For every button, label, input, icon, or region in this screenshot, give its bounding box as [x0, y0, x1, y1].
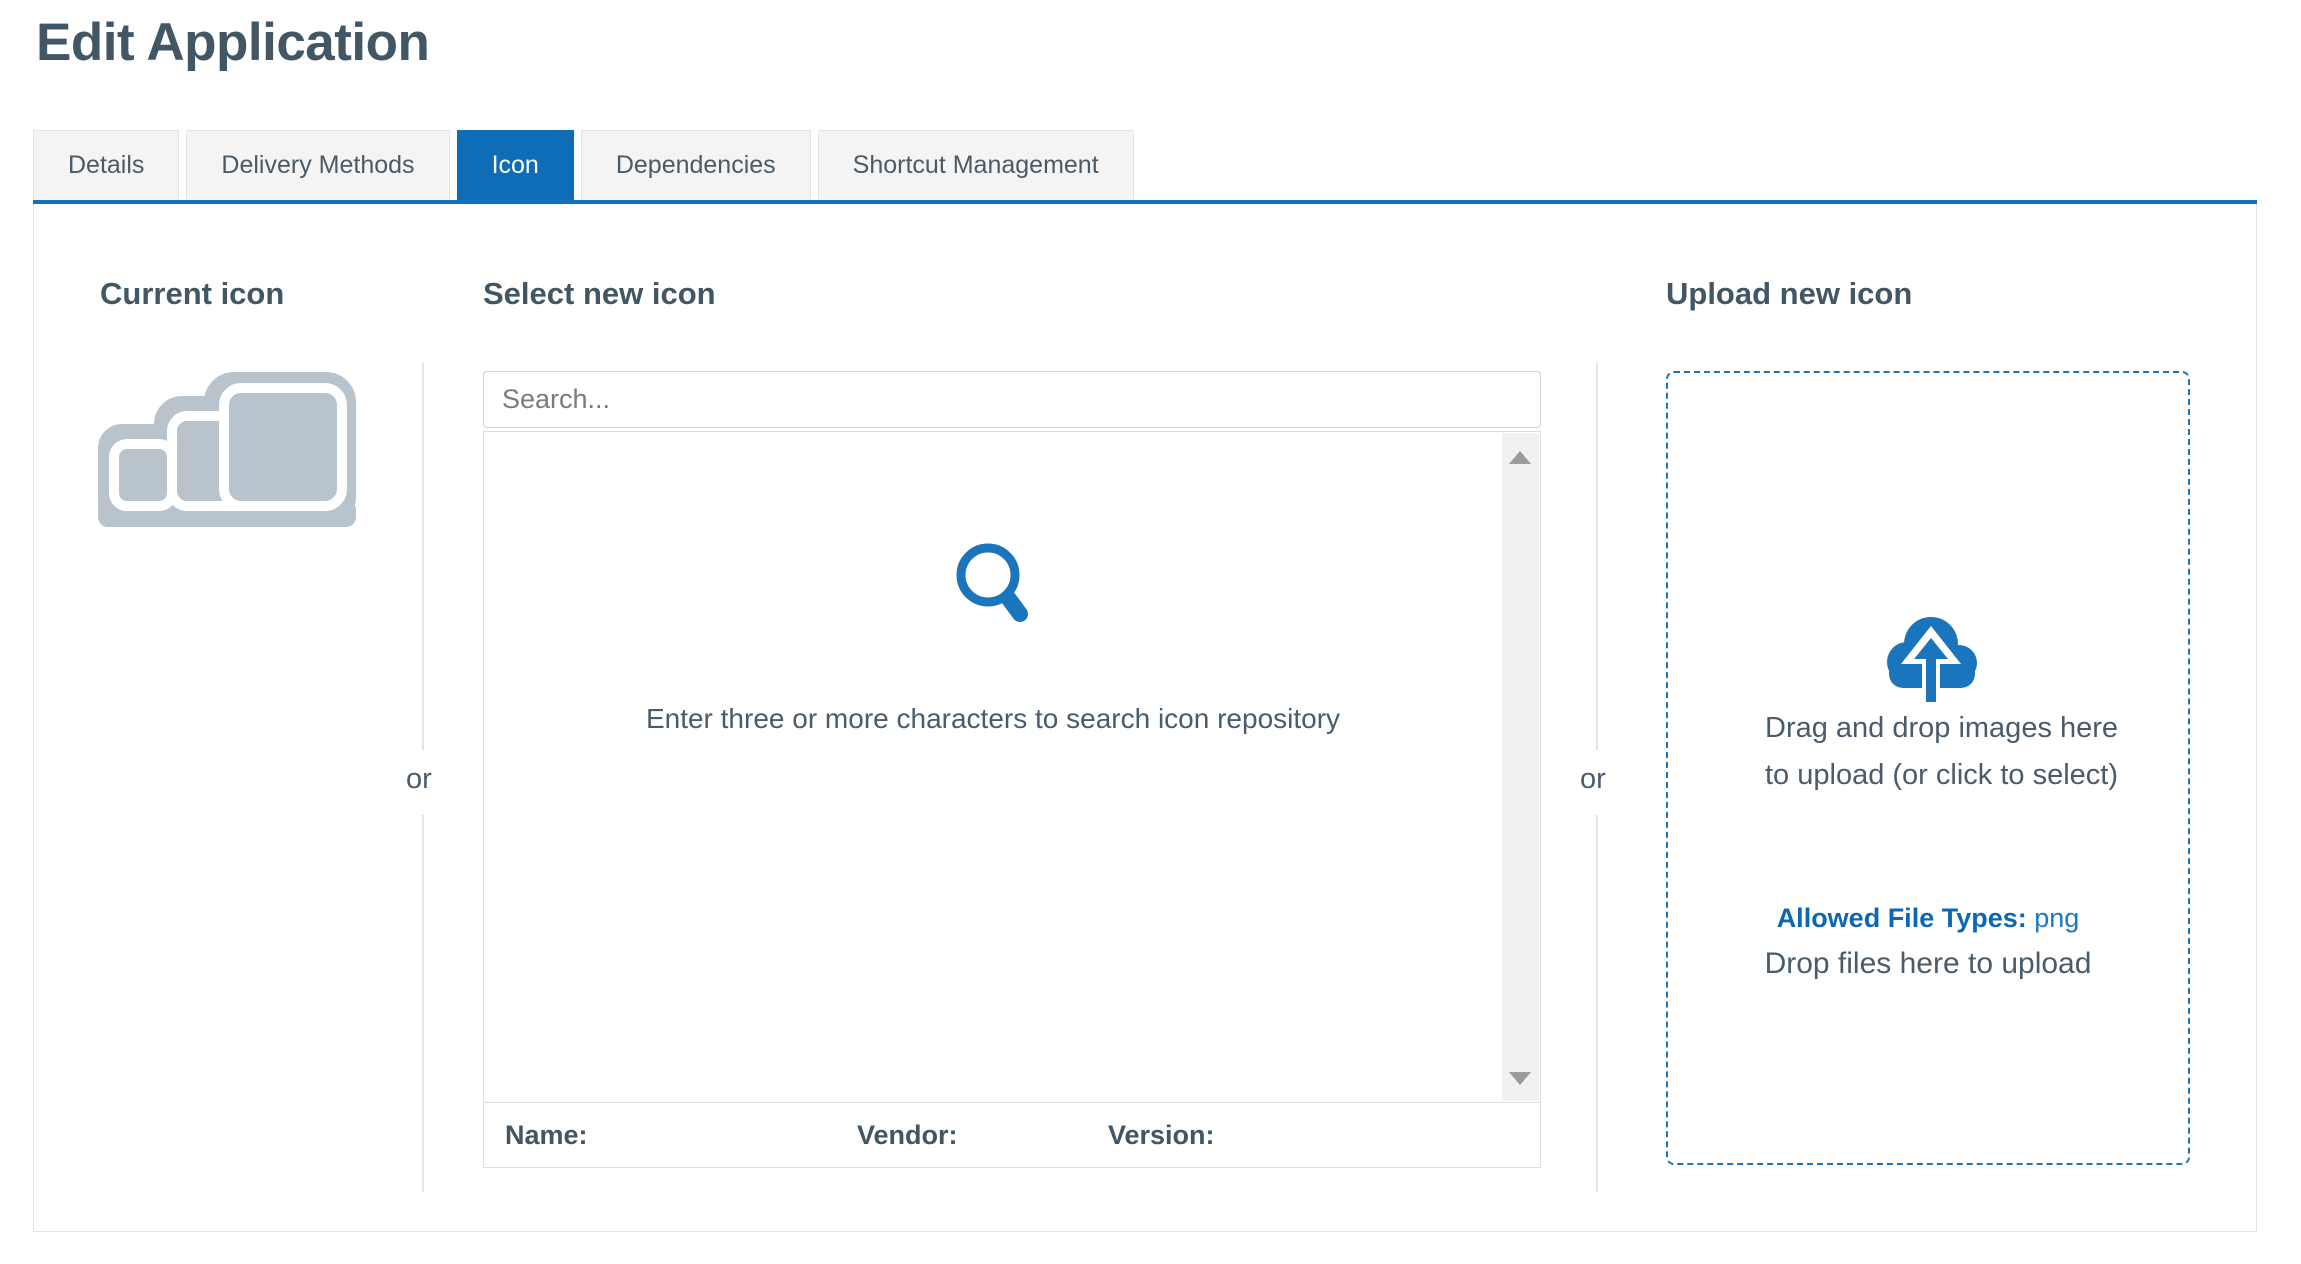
current-icon-heading: Current icon: [100, 276, 284, 312]
allowed-file-types-label: Allowed File Types:: [1777, 903, 2027, 933]
icon-search-input[interactable]: [483, 371, 1541, 428]
version-label: Version:: [1108, 1120, 1215, 1151]
tab-delivery-methods[interactable]: Delivery Methods: [186, 130, 449, 200]
app-tiles-icon: [98, 372, 356, 527]
allowed-file-types-line: Allowed File Types: png: [1668, 903, 2188, 934]
cloud-upload-icon: [1881, 606, 1981, 702]
tab-shortcut-management[interactable]: Shortcut Management: [818, 130, 1134, 200]
or-separator-left: or: [406, 763, 432, 796]
selected-icon-details-bar: Name: Vendor: Version:: [483, 1102, 1541, 1168]
divider-line: [1596, 815, 1598, 1192]
results-scrollbar[interactable]: [1502, 433, 1539, 1101]
tab-icon[interactable]: Icon: [457, 130, 574, 200]
edit-application-page: Edit Application Details Delivery Method…: [0, 0, 2301, 1264]
tab-details[interactable]: Details: [33, 130, 179, 200]
or-separator-right: or: [1580, 763, 1606, 796]
tab-bar: Details Delivery Methods Icon Dependenci…: [33, 130, 1134, 200]
divider-line: [422, 815, 424, 1192]
upload-new-icon-heading: Upload new icon: [1666, 276, 1912, 312]
triangle-down-icon[interactable]: [1509, 1072, 1531, 1085]
select-new-icon-heading: Select new icon: [483, 276, 716, 312]
dropzone-instructions: Drag and drop images here to upload (or …: [1765, 705, 2121, 799]
page-title: Edit Application: [36, 12, 429, 73]
allowed-file-types-value: png: [2034, 903, 2079, 933]
upload-dropzone[interactable]: Drag and drop images here to upload (or …: [1666, 371, 2190, 1165]
triangle-up-icon[interactable]: [1509, 451, 1531, 464]
divider-line: [422, 363, 424, 750]
drop-files-hint: Drop files here to upload: [1668, 947, 2188, 981]
name-label: Name:: [505, 1120, 588, 1151]
vendor-label: Vendor:: [857, 1120, 958, 1151]
divider-line: [1596, 363, 1598, 750]
icon-search-results-panel: [483, 431, 1541, 1102]
tab-dependencies[interactable]: Dependencies: [581, 130, 811, 200]
